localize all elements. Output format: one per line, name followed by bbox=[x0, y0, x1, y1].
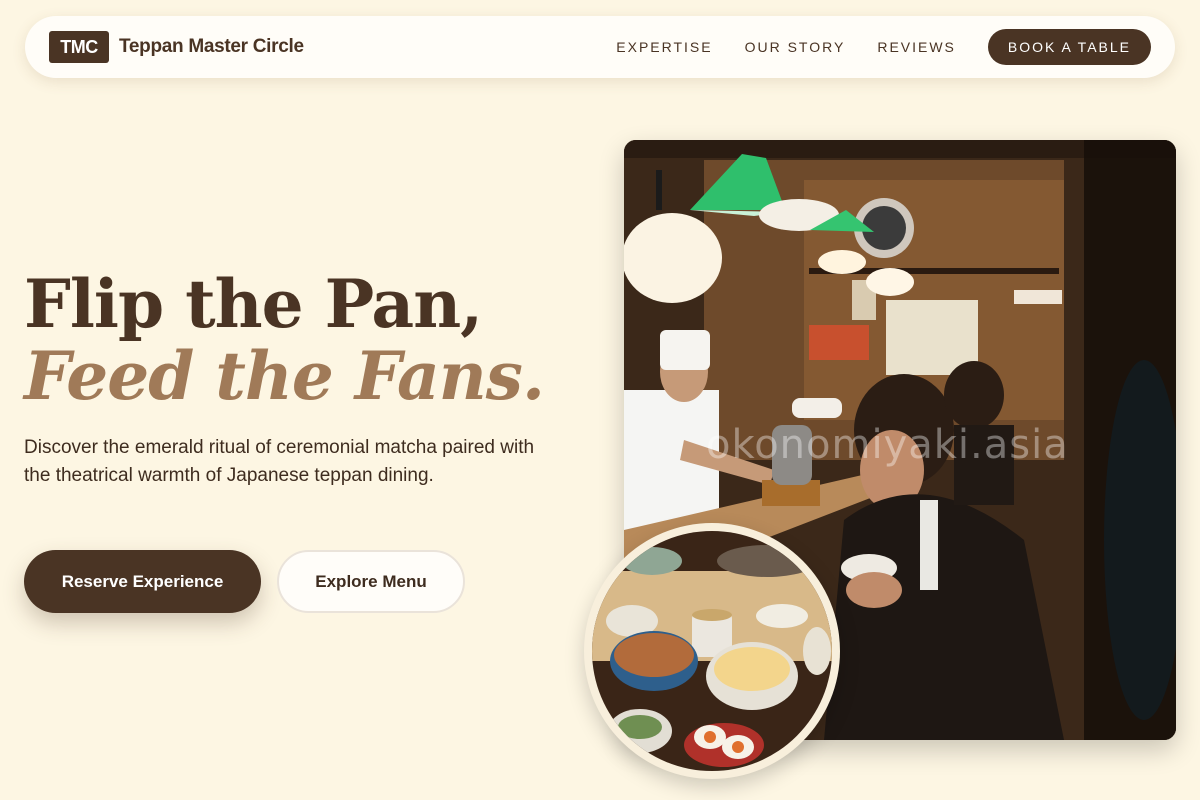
explore-menu-button[interactable]: Explore Menu bbox=[277, 550, 465, 613]
food-photo-illustration bbox=[592, 531, 832, 771]
nav-link-reviews[interactable]: REVIEWS bbox=[877, 39, 956, 55]
hero-description: Discover the emerald ritual of ceremonia… bbox=[24, 437, 535, 486]
food-photo bbox=[592, 531, 832, 771]
food-photo-frame bbox=[584, 523, 840, 779]
hero-title-line1: Flip the Pan, bbox=[24, 265, 483, 343]
nav-link-our-story[interactable]: OUR STORY bbox=[745, 39, 846, 55]
brand-logo[interactable]: TMC bbox=[49, 31, 109, 63]
hero-title-line2: Feed the Fans. bbox=[24, 337, 545, 415]
nav-link-expertise[interactable]: EXPERTISE bbox=[616, 39, 712, 55]
photo-watermark: okonomiyaki.asia bbox=[706, 422, 1069, 468]
brand[interactable]: TMC Teppan Master Circle bbox=[49, 31, 304, 63]
top-navbar: TMC Teppan Master Circle EXPERTISE OUR S… bbox=[25, 16, 1175, 78]
brand-name[interactable]: Teppan Master Circle bbox=[119, 36, 304, 58]
hero-title: Flip the Pan, Feed the Fans. bbox=[24, 265, 545, 415]
reserve-experience-button[interactable]: Reserve Experience bbox=[24, 550, 261, 613]
book-table-button[interactable]: BOOK A TABLE bbox=[987, 29, 1151, 65]
nav-links: EXPERTISE OUR STORY REVIEWS BOOK A TABLE bbox=[616, 29, 1151, 65]
